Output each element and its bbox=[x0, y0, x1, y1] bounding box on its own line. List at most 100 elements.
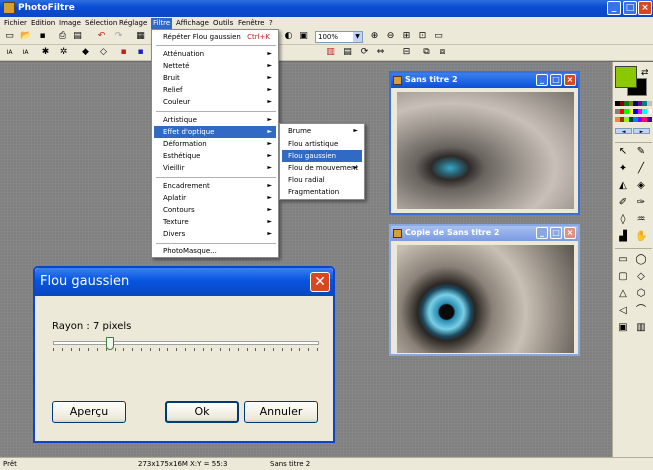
palette-swatch[interactable] bbox=[646, 117, 652, 122]
drop-tool-icon[interactable]: ◊ bbox=[617, 214, 629, 226]
eyedropper-tool-icon[interactable]: ✎ bbox=[635, 146, 647, 158]
swap-colors-icon[interactable]: ⇄ bbox=[641, 68, 649, 78]
selection-mode-icon[interactable]: ▣ bbox=[617, 322, 629, 334]
pointer-tool-icon[interactable]: ↖ bbox=[617, 146, 629, 158]
crop-icon[interactable]: ⧈ bbox=[437, 47, 448, 58]
monitor-icon[interactable]: ▭ bbox=[433, 31, 444, 42]
menu-item-nettete[interactable]: Netteté ► bbox=[154, 60, 276, 72]
palette-next-button[interactable]: ► bbox=[633, 128, 650, 135]
line-tool-icon[interactable]: ╱ bbox=[635, 163, 647, 175]
triangle-shape-icon[interactable]: △ bbox=[617, 288, 629, 300]
menu-affichage[interactable]: Affichage bbox=[174, 18, 211, 29]
menu-edition[interactable]: Edition bbox=[29, 18, 57, 29]
scan-icon[interactable]: ▤ bbox=[72, 31, 83, 42]
primary-color-swatch[interactable] bbox=[615, 66, 637, 88]
brush-tool-icon[interactable]: ✐ bbox=[617, 197, 629, 209]
color-red-icon[interactable]: ▪ bbox=[118, 47, 129, 58]
diamond-shape-icon[interactable]: ◇ bbox=[635, 271, 647, 283]
menu-item-relief[interactable]: Relief ► bbox=[154, 84, 276, 96]
zoom-out-icon[interactable]: ⊖ bbox=[385, 31, 396, 42]
canvas-icon[interactable]: ⧉ bbox=[421, 47, 432, 58]
stamp-tool-icon[interactable]: ▟ bbox=[617, 231, 629, 243]
menu-item-deformation[interactable]: Déformation ► bbox=[154, 138, 276, 150]
palette-prev-button[interactable]: ◄ bbox=[615, 128, 632, 135]
minimize-button[interactable]: _ bbox=[607, 1, 621, 15]
screen-icon[interactable]: ▣ bbox=[298, 31, 309, 42]
resize-icon[interactable]: ⊟ bbox=[401, 47, 412, 58]
brightness-icon[interactable]: ✲ bbox=[58, 47, 69, 58]
rotate-icon[interactable]: ⟳ bbox=[359, 47, 370, 58]
menu-item-flou-gaussien[interactable]: Flou gaussien bbox=[282, 150, 362, 162]
apercu-button[interactable]: Aperçu bbox=[52, 401, 126, 423]
menu-item-contours[interactable]: Contours ► bbox=[154, 204, 276, 216]
close-button[interactable]: × bbox=[638, 1, 652, 15]
menu-help[interactable]: ? bbox=[267, 18, 275, 29]
ellipse-shape-icon[interactable]: ◯ bbox=[635, 254, 647, 266]
annuler-button[interactable]: Annuler bbox=[244, 401, 318, 423]
menu-image[interactable]: Image bbox=[57, 18, 83, 29]
menu-item-artistique[interactable]: Artistique ► bbox=[154, 114, 276, 126]
fill-tool-icon[interactable]: ◭ bbox=[617, 180, 629, 192]
auto-level-icon[interactable]: IA bbox=[20, 47, 31, 58]
lasso-shape-icon[interactable]: ◁ bbox=[617, 305, 629, 317]
menu-item-esthetique[interactable]: Esthétique ► bbox=[154, 150, 276, 162]
close-button[interactable]: × bbox=[564, 74, 576, 86]
image-window-copie[interactable]: Copie de Sans titre 2 _ □ × bbox=[389, 224, 580, 356]
menu-filtre[interactable]: Filtre bbox=[151, 18, 173, 29]
wand-tool-icon[interactable]: ✦ bbox=[617, 163, 629, 175]
copy-icon[interactable]: ▦ bbox=[135, 31, 146, 42]
zoom-select[interactable]: 100% ▼ bbox=[315, 31, 363, 43]
image-window-sans-titre[interactable]: Sans titre 2 _ □ × bbox=[389, 71, 580, 215]
auto-contrast-icon[interactable]: IA bbox=[4, 47, 15, 58]
polygon-shape-icon[interactable]: ⬡ bbox=[635, 288, 647, 300]
rounded-rect-shape-icon[interactable]: ▢ bbox=[617, 271, 629, 283]
undo-icon[interactable]: ↶ bbox=[96, 31, 107, 42]
menu-item-flou-mouvement[interactable]: Flou de mouvement ► bbox=[282, 162, 362, 174]
menu-fenetre[interactable]: Fenêtre bbox=[236, 18, 266, 29]
palette-icon[interactable]: ◐ bbox=[283, 31, 294, 42]
menu-item-brume[interactable]: Brume ► bbox=[282, 125, 362, 137]
bezier-shape-icon[interactable]: ⌒ bbox=[635, 305, 647, 317]
minimize-button[interactable]: _ bbox=[536, 74, 548, 86]
menu-item-fragmentation[interactable]: Fragmentation bbox=[282, 186, 362, 198]
menu-fichier[interactable]: Fichier bbox=[2, 18, 29, 29]
radius-slider-track[interactable] bbox=[53, 341, 319, 345]
palette-swatch[interactable] bbox=[646, 101, 652, 106]
print-icon[interactable]: ⎙ bbox=[57, 31, 68, 42]
redo-icon[interactable]: ↷ bbox=[113, 31, 124, 42]
image-window-title-bar[interactable]: Copie de Sans titre 2 _ □ × bbox=[391, 226, 578, 241]
pen-tool-icon[interactable]: ✑ bbox=[635, 197, 647, 209]
contrast-icon[interactable]: ◆ bbox=[80, 47, 91, 58]
save-icon[interactable]: ▪ bbox=[37, 31, 48, 42]
menu-item-vieillir[interactable]: Vieillir ► bbox=[154, 162, 276, 174]
menu-item-photomasque[interactable]: PhotoMasque... bbox=[154, 245, 276, 257]
menu-item-attenuation[interactable]: Atténuation ► bbox=[154, 48, 276, 60]
ok-button[interactable]: Ok bbox=[165, 401, 239, 423]
rectangle-shape-icon[interactable]: ▭ bbox=[617, 254, 629, 266]
menu-item-divers[interactable]: Divers ► bbox=[154, 228, 276, 240]
magic-wand-icon[interactable]: ✱ bbox=[40, 47, 51, 58]
image-window-title-bar[interactable]: Sans titre 2 _ □ × bbox=[391, 73, 578, 88]
menu-item-encadrement[interactable]: Encadrement ► bbox=[154, 180, 276, 192]
menu-item-couleur[interactable]: Couleur ► bbox=[154, 96, 276, 108]
close-button[interactable]: × bbox=[564, 227, 576, 239]
full-screen-icon[interactable]: ⊡ bbox=[417, 31, 428, 42]
color-blue-icon[interactable]: ▪ bbox=[135, 47, 146, 58]
close-icon[interactable]: ✕ bbox=[310, 272, 330, 292]
menu-item-effet-optique[interactable]: Effet d'optique ► bbox=[154, 126, 276, 138]
menu-selection[interactable]: Sélection bbox=[83, 18, 119, 29]
maximize-button[interactable]: □ bbox=[623, 1, 637, 15]
menu-item-bruit[interactable]: Bruit ► bbox=[154, 72, 276, 84]
selection-invert-icon[interactable]: ▥ bbox=[635, 322, 647, 334]
new-icon[interactable]: ▭ bbox=[4, 31, 15, 42]
fit-window-icon[interactable]: ⊞ bbox=[401, 31, 412, 42]
maximize-button[interactable]: □ bbox=[550, 74, 562, 86]
menu-item-flou-artistique[interactable]: Flou artistique bbox=[282, 138, 362, 150]
menu-outils[interactable]: Outils bbox=[211, 18, 235, 29]
menu-item-flou-radial[interactable]: Flou radial bbox=[282, 174, 362, 186]
smudge-tool-icon[interactable]: ♒ bbox=[635, 214, 647, 226]
zoom-in-icon[interactable]: ⊕ bbox=[369, 31, 380, 42]
frame-icon[interactable]: ▥ bbox=[325, 47, 336, 58]
menu-item-aplatir[interactable]: Aplatir ► bbox=[154, 192, 276, 204]
texture-icon[interactable]: ▤ bbox=[342, 47, 353, 58]
